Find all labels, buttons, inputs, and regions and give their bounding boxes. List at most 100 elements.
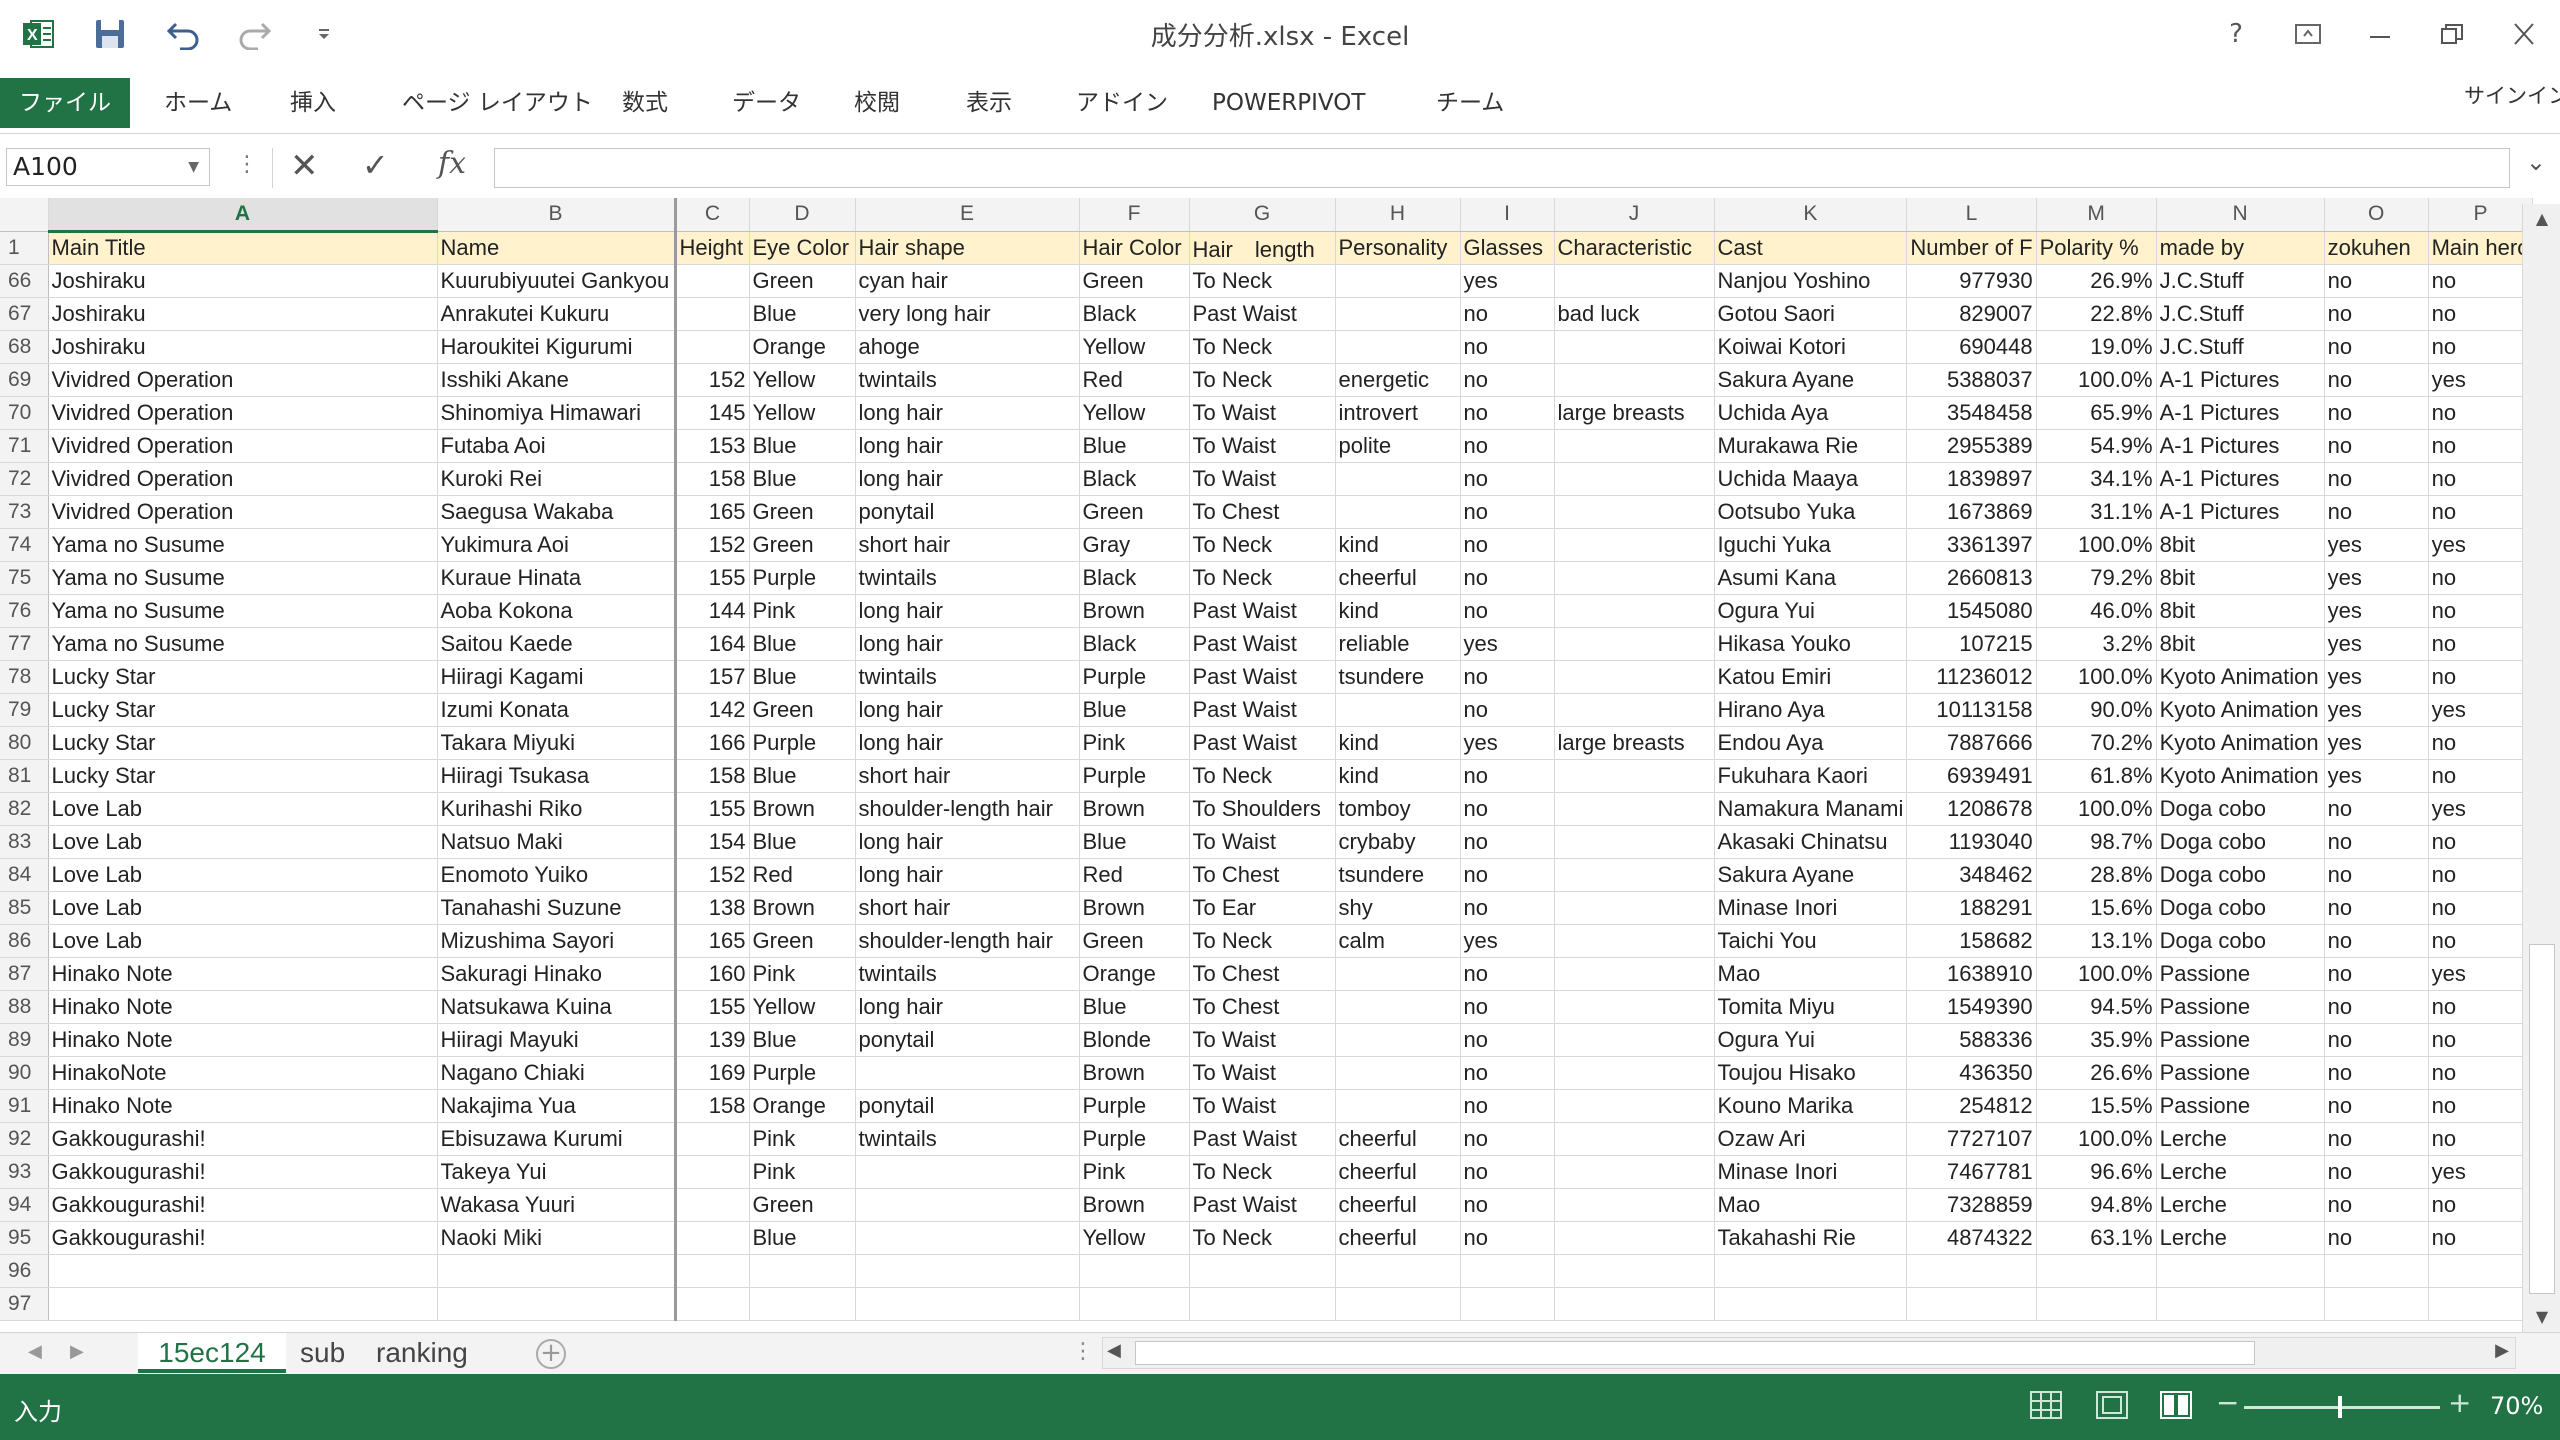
cell[interactable]: 46.0% xyxy=(2036,594,2157,628)
cell[interactable]: 96.6% xyxy=(2036,1155,2157,1189)
cell[interactable]: Green xyxy=(749,264,856,298)
cell[interactable]: Green xyxy=(1079,264,1190,298)
cell[interactable]: 70.2% xyxy=(2036,726,2157,760)
cell[interactable]: no xyxy=(1460,1023,1555,1057)
cell[interactable]: 100.0% xyxy=(2036,660,2157,694)
header-cell[interactable]: made by xyxy=(2156,231,2325,265)
cell[interactable]: Gray xyxy=(1079,528,1190,562)
cell[interactable]: twintails xyxy=(855,363,1080,397)
cell[interactable]: Green xyxy=(749,693,856,727)
cell[interactable]: Taichi You xyxy=(1714,924,1908,958)
cell[interactable]: no xyxy=(1460,297,1555,331)
cell[interactable]: 65.9% xyxy=(2036,396,2157,430)
cell[interactable]: To Waist xyxy=(1189,1023,1336,1057)
cell[interactable] xyxy=(673,1287,750,1321)
cell[interactable]: 26.9% xyxy=(2036,264,2157,298)
cell[interactable]: To Neck xyxy=(1189,264,1336,298)
cell[interactable]: 63.1% xyxy=(2036,1221,2157,1255)
cell[interactable]: Red xyxy=(749,858,856,892)
cell[interactable]: yes xyxy=(2324,561,2429,595)
cell[interactable]: Hinako Note xyxy=(48,1023,438,1057)
cell[interactable]: 22.8% xyxy=(2036,297,2157,331)
cell[interactable]: Fukuhara Kaori xyxy=(1714,759,1908,793)
column-header-i[interactable]: I xyxy=(1460,198,1555,232)
cell[interactable]: Enomoto Yuiko xyxy=(437,858,676,892)
cell[interactable]: Lucky Star xyxy=(48,660,438,694)
cell[interactable]: Orange xyxy=(749,330,856,364)
cell[interactable] xyxy=(48,1287,438,1321)
cell[interactable]: short hair xyxy=(855,891,1080,925)
cell[interactable]: Doga cobo xyxy=(2156,858,2325,892)
header-cell[interactable]: Characteristic xyxy=(1554,231,1715,265)
cell[interactable]: 7467781 xyxy=(1906,1155,2037,1189)
cell[interactable]: shoulder-length hair xyxy=(855,924,1080,958)
cell[interactable]: Blue xyxy=(749,660,856,694)
cell[interactable]: no xyxy=(1460,1122,1555,1156)
normal-view-icon[interactable] xyxy=(2028,1388,2064,1422)
cell[interactable]: 34.1% xyxy=(2036,462,2157,496)
cell[interactable]: cheerful xyxy=(1335,1221,1461,1255)
cell[interactable] xyxy=(1079,1287,1190,1321)
scroll-left-icon[interactable]: ◀ xyxy=(1107,1340,1121,1361)
cell[interactable]: To Neck xyxy=(1189,1221,1336,1255)
cell[interactable]: Kuroki Rei xyxy=(437,462,676,496)
cell[interactable]: no xyxy=(1460,891,1555,925)
cell[interactable] xyxy=(1554,660,1715,694)
cell[interactable]: Pink xyxy=(749,1122,856,1156)
cell[interactable]: Futaba Aoi xyxy=(437,429,676,463)
cell[interactable]: 254812 xyxy=(1906,1089,2037,1123)
cell[interactable]: no xyxy=(1460,528,1555,562)
cell[interactable]: no xyxy=(2324,429,2429,463)
cell[interactable]: no xyxy=(2428,264,2534,298)
cell[interactable]: Lucky Star xyxy=(48,693,438,727)
column-header-l[interactable]: L xyxy=(1906,198,2037,232)
cell[interactable]: Purple xyxy=(749,1056,856,1090)
cell[interactable]: Vividred Operation xyxy=(48,495,438,529)
row-header[interactable]: 93 xyxy=(0,1155,49,1189)
cell[interactable]: Black xyxy=(1079,297,1190,331)
row-header[interactable]: 82 xyxy=(0,792,49,826)
cell[interactable]: Brown xyxy=(1079,594,1190,628)
cell[interactable]: yes xyxy=(2324,627,2429,661)
tab-powerpivot[interactable]: POWERPIVOT xyxy=(1194,80,1383,126)
cell[interactable]: long hair xyxy=(855,858,1080,892)
cell[interactable]: Pink xyxy=(1079,726,1190,760)
cell[interactable]: 158 xyxy=(673,462,750,496)
restore-icon[interactable] xyxy=(2422,12,2482,56)
cell[interactable]: Yama no Susume xyxy=(48,594,438,628)
cell[interactable]: Yellow xyxy=(1079,1221,1190,1255)
cell[interactable]: 1638910 xyxy=(1906,957,2037,991)
cell[interactable]: long hair xyxy=(855,462,1080,496)
cell[interactable]: Yellow xyxy=(749,363,856,397)
cell[interactable] xyxy=(1554,1089,1715,1123)
cell[interactable]: Mizushima Sayori xyxy=(437,924,676,958)
cell[interactable]: 1549390 xyxy=(1906,990,2037,1024)
cell[interactable]: yes xyxy=(2324,759,2429,793)
cell[interactable]: no xyxy=(2324,825,2429,859)
cell[interactable]: J.C.Stuff xyxy=(2156,330,2325,364)
cell[interactable] xyxy=(673,264,750,298)
cell[interactable]: 829007 xyxy=(1906,297,2037,331)
cell[interactable] xyxy=(1189,1287,1336,1321)
cell[interactable] xyxy=(1554,495,1715,529)
tab-addins[interactable]: アドイン xyxy=(1058,80,1186,126)
cell[interactable]: A-1 Pictures xyxy=(2156,396,2325,430)
cell[interactable] xyxy=(1554,792,1715,826)
cell[interactable]: Blue xyxy=(749,1221,856,1255)
cell[interactable]: Ozaw Ari xyxy=(1714,1122,1908,1156)
cell[interactable]: short hair xyxy=(855,528,1080,562)
cell[interactable]: To Chest xyxy=(1189,990,1336,1024)
cell[interactable] xyxy=(1554,1155,1715,1189)
zoom-level[interactable]: 70% xyxy=(2490,1392,2543,1420)
cell[interactable] xyxy=(1335,990,1461,1024)
cell[interactable]: 107215 xyxy=(1906,627,2037,661)
column-header-j[interactable]: J xyxy=(1554,198,1715,232)
prev-sheet-icon[interactable]: ◀ xyxy=(28,1341,42,1362)
cell[interactable]: Mao xyxy=(1714,1188,1908,1222)
cell[interactable] xyxy=(437,1287,676,1321)
cell[interactable]: Blonde xyxy=(1079,1023,1190,1057)
cell[interactable]: Past Waist xyxy=(1189,1122,1336,1156)
cell[interactable]: Takeya Yui xyxy=(437,1155,676,1189)
zoom-slider-thumb[interactable] xyxy=(2338,1396,2342,1418)
cell[interactable]: Kyoto Animation xyxy=(2156,660,2325,694)
